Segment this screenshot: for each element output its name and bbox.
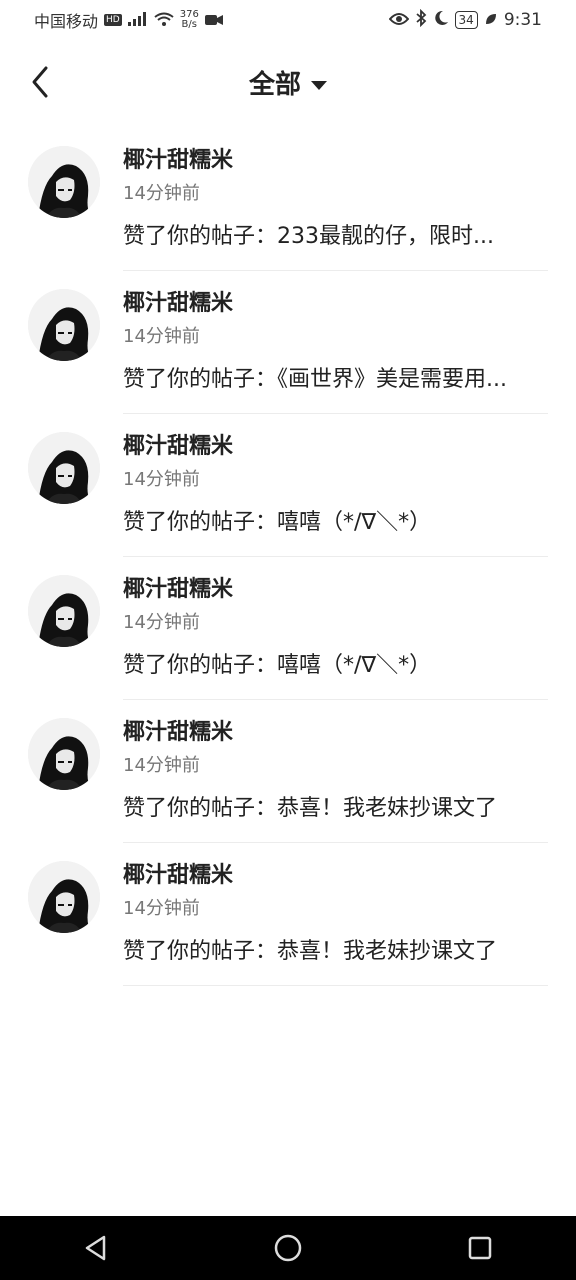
notification-item[interactable]: 椰汁甜糯米 14分钟前 赞了你的帖子：233最靓的仔，限时...: [0, 128, 576, 271]
avatar[interactable]: [28, 718, 100, 790]
avatar[interactable]: [28, 289, 100, 361]
notification-content: 椰汁甜糯米 14分钟前 赞了你的帖子：嘻嘻（*/∇＼*）: [123, 575, 576, 700]
square-recent-icon: [468, 1236, 492, 1260]
moon-icon: [433, 10, 449, 30]
user-name[interactable]: 椰汁甜糯米: [123, 575, 548, 605]
notification-content: 椰汁甜糯米 14分钟前 赞了你的帖子：恭喜！我老妹抄课文了: [123, 861, 576, 986]
timestamp: 14分钟前: [123, 183, 200, 204]
user-name[interactable]: 椰汁甜糯米: [123, 289, 548, 319]
system-nav-bar: [0, 1216, 576, 1280]
status-left: 中国移动 HD 376 B/s: [34, 8, 223, 32]
video-icon: [204, 11, 223, 30]
notification-item[interactable]: 椰汁甜糯米 14分钟前 赞了你的帖子：嘻嘻（*/∇＼*）: [0, 414, 576, 557]
notification-message[interactable]: 赞了你的帖子：恭喜！我老妹抄课文了: [123, 935, 548, 986]
user-name[interactable]: 椰汁甜糯米: [123, 432, 548, 462]
timestamp: 14分钟前: [123, 326, 200, 347]
nav-back-button[interactable]: [76, 1228, 116, 1268]
notification-message[interactable]: 赞了你的帖子：《画世界》美是需要用...: [123, 363, 548, 414]
notification-message[interactable]: 赞了你的帖子：嘻嘻（*/∇＼*）: [123, 506, 548, 557]
circle-home-icon: [274, 1234, 302, 1262]
caret-down-icon: [311, 81, 327, 90]
timestamp: 14分钟前: [123, 755, 200, 776]
user-name[interactable]: 椰汁甜糯米: [123, 861, 548, 891]
notification-item[interactable]: 椰汁甜糯米 14分钟前 赞了你的帖子：恭喜！我老妹抄课文了: [0, 843, 576, 986]
eye-icon: [388, 11, 409, 30]
user-name[interactable]: 椰汁甜糯米: [123, 146, 548, 176]
page-title: 全部: [248, 70, 301, 100]
clock: 9:31: [503, 10, 542, 30]
timestamp: 14分钟前: [123, 612, 200, 633]
notification-item[interactable]: 椰汁甜糯米 14分钟前 赞了你的帖子：恭喜！我老妹抄课文了: [0, 700, 576, 843]
notification-item[interactable]: 椰汁甜糯米 14分钟前 赞了你的帖子：嘻嘻（*/∇＼*）: [0, 557, 576, 700]
carrier-label: 中国移动: [34, 12, 99, 31]
notification-content: 椰汁甜糯米 14分钟前 赞了你的帖子：恭喜！我老妹抄课文了: [123, 718, 576, 843]
page-header: 全部: [0, 50, 576, 114]
avatar[interactable]: [28, 575, 100, 647]
avatar[interactable]: [28, 432, 100, 504]
filter-dropdown[interactable]: 全部: [0, 64, 576, 101]
triangle-back-icon: [85, 1235, 106, 1261]
battery-indicator: 34: [454, 11, 478, 29]
bluetooth-icon: [415, 8, 427, 31]
notification-message[interactable]: 赞了你的帖子：233最靓的仔，限时...: [123, 220, 548, 271]
notification-item[interactable]: 椰汁甜糯米 14分钟前 赞了你的帖子：《画世界》美是需要用...: [0, 271, 576, 414]
leaf-icon: [484, 11, 498, 30]
nav-recent-button[interactable]: [460, 1228, 500, 1268]
timestamp: 14分钟前: [123, 898, 200, 919]
user-name[interactable]: 椰汁甜糯米: [123, 718, 548, 748]
signal-icon: [127, 11, 148, 30]
notification-content: 椰汁甜糯米 14分钟前 赞了你的帖子：嘻嘻（*/∇＼*）: [123, 432, 576, 557]
hd-badge: HD: [104, 14, 122, 26]
status-right: 34 9:31: [388, 8, 542, 31]
notification-content: 椰汁甜糯米 14分钟前 赞了你的帖子：《画世界》美是需要用...: [123, 289, 576, 414]
notification-content: 椰汁甜糯米 14分钟前 赞了你的帖子：233最靓的仔，限时...: [123, 146, 576, 271]
avatar[interactable]: [28, 146, 100, 218]
notification-list: 椰汁甜糯米 14分钟前 赞了你的帖子：233最靓的仔，限时... 椰汁甜糯米 1…: [0, 128, 576, 986]
net-rate: 376 B/s: [180, 10, 199, 30]
timestamp: 14分钟前: [123, 469, 200, 490]
notification-message[interactable]: 赞了你的帖子：恭喜！我老妹抄课文了: [123, 792, 548, 843]
status-bar: 中国移动 HD 376 B/s 34 9:31: [0, 0, 576, 40]
net-rate-unit: B/s: [181, 19, 197, 30]
notification-message[interactable]: 赞了你的帖子：嘻嘻（*/∇＼*）: [123, 649, 548, 700]
nav-home-button[interactable]: [268, 1228, 308, 1268]
wifi-icon: [154, 11, 174, 30]
avatar[interactable]: [28, 861, 100, 933]
